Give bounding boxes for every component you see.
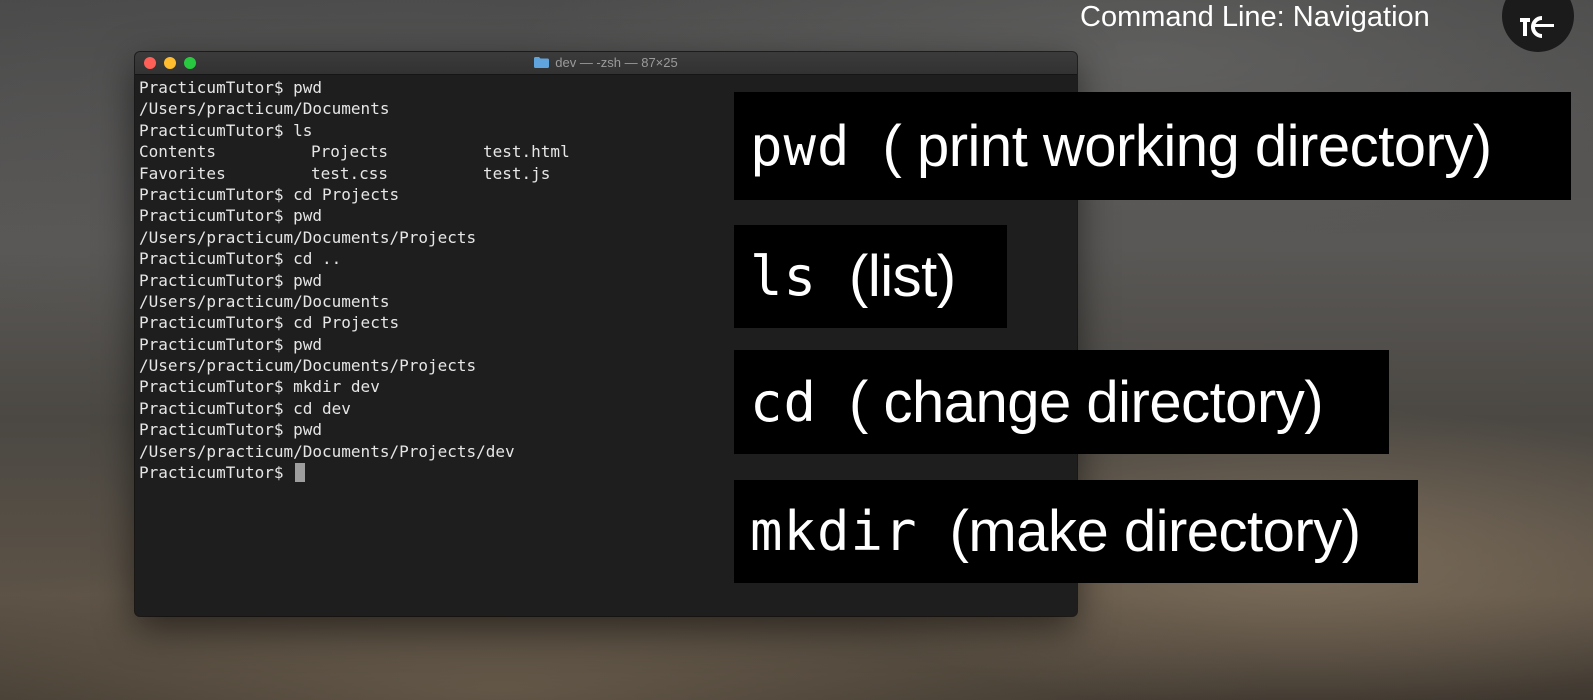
video-title: Command Line: Navigation [1080,1,1430,33]
text-cursor [295,463,306,483]
ls-entry: test.js [483,163,551,183]
ls-entry: test.css [311,163,389,183]
folder-icon [534,57,550,68]
caption-command: pwd [750,114,851,178]
caption-command: ls [750,245,818,308]
ls-entry: Favorites [139,163,226,183]
caption-pwd: pwd ( print working directory) [734,92,1571,200]
caption-description: ( change directory) [849,369,1324,435]
caption-description: ( print working directory) [882,113,1493,179]
ls-entry: test.html [483,142,570,162]
ls-entry: Contents [139,142,217,162]
channel-logo-glyph [1520,16,1554,38]
caption-mkdir: mkdir (make directory) [734,480,1418,583]
caption-description: (list) [849,244,956,309]
terminal-titlebar[interactable]: dev — -zsh — 87×25 [135,52,1077,75]
caption-command: mkdir [750,500,918,563]
terminal-line: PracticumTutor$ pwd [139,206,323,226]
terminal-window-title-text: dev — -zsh — 87×25 [555,55,678,70]
ls-entry: Projects [311,142,389,162]
terminal-prompt: PracticumTutor$ [139,463,294,483]
caption-command: cd [750,370,818,434]
caption-cd: cd ( change directory) [734,350,1389,454]
caption-ls: ls (list) [734,225,1007,328]
channel-logo-icon[interactable] [1502,0,1574,52]
caption-description: (make directory) [949,499,1361,564]
terminal-window-title: dev — -zsh — 87×25 [135,52,1077,74]
